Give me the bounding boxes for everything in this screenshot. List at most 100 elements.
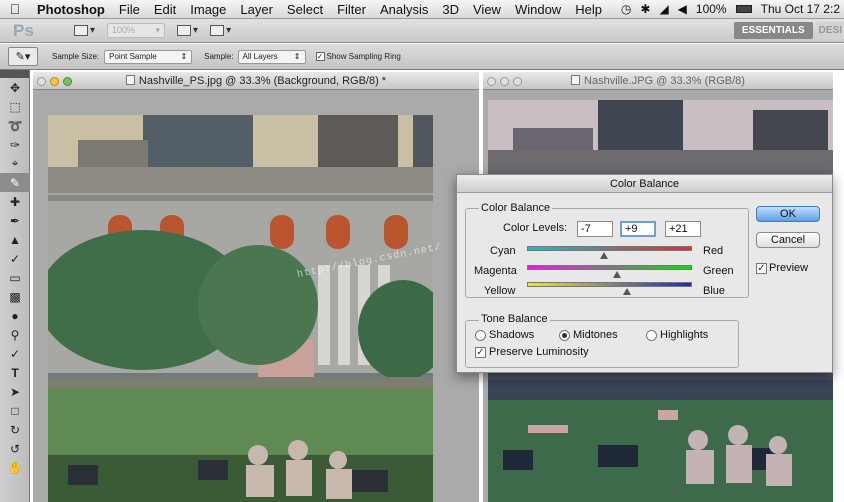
sample-size-value: Point Sample [109, 52, 157, 61]
show-sampling-ring-label: Show Sampling Ring [326, 52, 401, 61]
document-titlebar[interactable]: Nashville.JPG @ 33.3% (RGB/8) [483, 72, 833, 90]
panel-grip[interactable] [0, 70, 29, 78]
magenta-green-level-field[interactable]: +9 [620, 221, 656, 237]
shadows-label[interactable]: Shadows [489, 329, 534, 341]
photoshop-logo: Ps [13, 20, 34, 40]
menu-photoshop[interactable]: Photoshop [30, 2, 112, 17]
minimize-window-icon[interactable] [500, 77, 509, 86]
volume-icon[interactable]: ◀ [678, 2, 687, 16]
zoom-level-select[interactable]: 100% ▾ [107, 23, 166, 38]
show-sampling-ring-toggle[interactable]: ✓ Show Sampling Ring [315, 52, 401, 61]
gradient-tool-icon[interactable]: ▩ [0, 287, 30, 306]
apple-icon[interactable]:  [0, 1, 30, 17]
history-brush-tool-icon[interactable]: ✓ [0, 249, 30, 268]
minimize-window-icon[interactable] [50, 77, 59, 86]
menu-analysis[interactable]: Analysis [373, 2, 435, 17]
move-tool-icon[interactable]: ✥ [0, 78, 30, 97]
quick-selection-tool-icon[interactable]: ✑ [0, 135, 30, 154]
healing-brush-tool-icon[interactable]: ✚ [0, 192, 30, 211]
menu-view[interactable]: View [466, 2, 508, 17]
clock[interactable]: Thu Oct 17 2:2 [761, 2, 840, 16]
dialog-title[interactable]: Color Balance [457, 175, 832, 193]
eraser-tool-icon[interactable]: ▭ [0, 268, 30, 287]
sample-size-select[interactable]: Point Sample ⇕ [104, 49, 193, 64]
eyedropper-tool-icon[interactable]: ✎ [0, 173, 30, 192]
yellow-blue-slider[interactable] [527, 282, 692, 287]
menu-edit[interactable]: Edit [147, 2, 183, 17]
magenta-green-slider[interactable] [527, 265, 692, 270]
zoom-value: 100% [112, 25, 136, 35]
color-balance-dialog: Color Balance Color Balance Color Levels… [456, 174, 833, 373]
type-tool-icon[interactable]: T [0, 363, 30, 382]
rectangle-tool-icon[interactable]: □ [0, 401, 30, 420]
hand-tool-icon[interactable]: ✋ [0, 458, 30, 477]
sample-layers-select[interactable]: All Layers ⇕ [237, 49, 306, 64]
yellow-blue-level-field[interactable]: +21 [665, 221, 701, 237]
menu-help[interactable]: Help [568, 2, 609, 17]
bluetooth-icon[interactable]: ✱ [640, 2, 650, 16]
yellow-blue-slider-thumb[interactable] [622, 288, 631, 295]
menu-select[interactable]: Select [280, 2, 330, 17]
preserve-luminosity-label[interactable]: Preserve Luminosity [489, 346, 589, 358]
edited-photo-canvas[interactable] [48, 115, 433, 502]
dodge-tool-icon[interactable]: ⚲ [0, 325, 30, 344]
cyan-red-level-field[interactable]: -7 [577, 221, 613, 237]
shadows-radio[interactable] [475, 330, 486, 341]
menu-filter[interactable]: Filter [330, 2, 373, 17]
wifi-icon[interactable]: ◢ [659, 2, 668, 16]
launch-bridge-button[interactable]: ▾ [74, 25, 95, 36]
cancel-button[interactable]: Cancel [756, 232, 820, 248]
eyedropper-icon: ✎ [15, 51, 25, 63]
menu-3d[interactable]: 3D [435, 2, 466, 17]
highlights-label[interactable]: Highlights [660, 329, 708, 341]
menu-layer[interactable]: Layer [233, 2, 280, 17]
crop-tool-icon[interactable]: ⌖ [0, 154, 30, 173]
color-levels-label: Color Levels: [503, 222, 568, 234]
yellow-label: Yellow [484, 285, 516, 297]
pen-tool-icon[interactable]: ✓ [0, 344, 30, 363]
chevron-down-icon: ▾ [155, 25, 161, 35]
document-title: Nashville_PS.jpg @ 33.3% (Background, RG… [138, 75, 387, 87]
menu-file[interactable]: File [112, 2, 147, 17]
arrange-icon [177, 25, 192, 36]
battery-icon[interactable] [735, 5, 752, 13]
screen-mode-button[interactable]: ▾ [210, 25, 231, 36]
battery-percent[interactable]: 100% [696, 2, 727, 16]
workspace-essentials-button[interactable]: ESSENTIALS [733, 22, 813, 39]
blur-tool-icon[interactable]: ● [0, 306, 30, 325]
cyan-red-slider[interactable] [527, 246, 692, 251]
brush-tool-icon[interactable]: ✒ [0, 211, 30, 230]
zoom-window-icon[interactable] [63, 77, 72, 86]
close-window-icon[interactable] [487, 77, 496, 86]
document-window-edited: Nashville_PS.jpg @ 33.3% (Background, RG… [33, 72, 479, 502]
time-machine-icon[interactable]: ◷ [621, 2, 631, 16]
blue-label: Blue [703, 285, 726, 297]
menu-image[interactable]: Image [183, 2, 233, 17]
menu-window[interactable]: Window [508, 2, 568, 17]
sample-size-label: Sample Size: [52, 52, 100, 61]
highlights-radio[interactable] [646, 330, 657, 341]
clone-stamp-tool-icon[interactable]: ▲ [0, 230, 30, 249]
arrange-documents-button[interactable]: ▾ [177, 25, 198, 36]
magenta-green-slider-thumb[interactable] [612, 271, 621, 278]
preserve-luminosity-checkbox[interactable]: ✓ [475, 347, 486, 358]
tone-balance-group-label: Tone Balance [479, 313, 550, 325]
workspace-design-button[interactable]: DESI [816, 22, 844, 39]
preview-label[interactable]: Preview [769, 262, 808, 274]
3d-rotate-tool-icon[interactable]: ↻ [0, 420, 30, 439]
midtones-label[interactable]: Midtones [573, 329, 618, 341]
document-titlebar[interactable]: Nashville_PS.jpg @ 33.3% (Background, RG… [33, 72, 479, 90]
lasso-tool-icon[interactable]: ➰ [0, 116, 30, 135]
preview-checkbox[interactable]: ✓ [756, 263, 767, 274]
3d-orbit-tool-icon[interactable]: ↺ [0, 439, 30, 458]
eyedropper-preset-picker[interactable]: ✎ ▾ [8, 47, 38, 66]
close-window-icon[interactable] [37, 77, 46, 86]
tone-balance-group [465, 320, 739, 368]
cyan-red-slider-thumb[interactable] [599, 252, 608, 259]
midtones-radio[interactable] [559, 330, 570, 341]
zoom-window-icon[interactable] [513, 77, 522, 86]
path-selection-tool-icon[interactable]: ➤ [0, 382, 30, 401]
application-bar: Ps ▾ 100% ▾ ▾ ▾ ESSENTIALS DESI [0, 19, 844, 43]
ok-button[interactable]: OK [756, 206, 820, 222]
marquee-tool-icon[interactable]: ⬚ [0, 97, 30, 116]
